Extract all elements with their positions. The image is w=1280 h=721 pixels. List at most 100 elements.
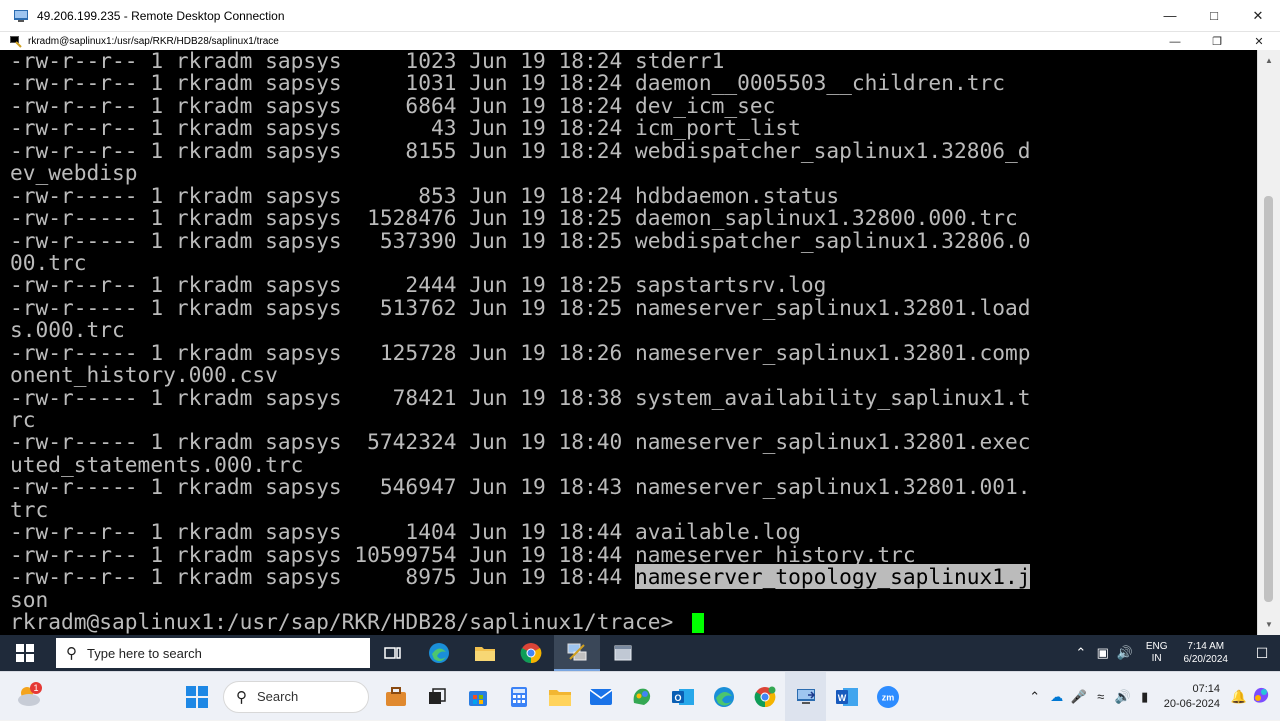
- remote-time: 7:14 AM: [1187, 641, 1225, 652]
- putty-close-button[interactable]: ✕: [1238, 32, 1280, 51]
- palette-icon: [633, 688, 650, 705]
- network-icon[interactable]: ▣: [1092, 645, 1114, 661]
- chrome-icon: [520, 643, 542, 664]
- terminal-line: -rw-r--r-- 1 rkradm sapsys 8155 Jun 19 1…: [10, 137, 1031, 163]
- edge-icon: [429, 643, 449, 663]
- local-taskbar: 1 ⚲ Search O W zm ⌃ ☁ 🎤 ≈ 🔊 ▮ 07:14 20-0…: [0, 671, 1280, 721]
- remote-desktop-icon: [796, 688, 815, 704]
- terminal-line: -rw-r--r-- 1 rkradm sapsys 1404 Jun 19 1…: [10, 519, 801, 545]
- terminal-line: -rw-r----- 1 rkradm sapsys 546947 Jun 19…: [10, 474, 1031, 500]
- weather-cloud-icon: 1: [18, 682, 42, 706]
- region-code: IN: [1151, 653, 1162, 664]
- terminal-line: uted_statements.000.trc: [10, 451, 304, 477]
- remote-date: 6/20/2024: [1183, 654, 1229, 665]
- terminal-line: -rw-r--r-- 1 rkradm sapsys 1031 Jun 19 1…: [10, 70, 1005, 96]
- local-date: 20-06-2024: [1163, 697, 1220, 710]
- chrome-local-button[interactable]: [744, 672, 785, 721]
- battery-icon[interactable]: ▮: [1134, 689, 1156, 705]
- remote-search-placeholder: Type here to search: [87, 645, 202, 661]
- task-view-local-button[interactable]: [416, 672, 457, 721]
- terminal-scrollbar[interactable]: ▲ ▼: [1257, 50, 1280, 635]
- file-explorer-taskbar-button[interactable]: [462, 635, 508, 671]
- terminal-line: -rw-r----- 1 rkradm sapsys 125728 Jun 19…: [10, 339, 1031, 365]
- remote-clock[interactable]: 7:14 AM 6/20/2024: [1184, 640, 1229, 666]
- copilot-icon[interactable]: [1250, 685, 1272, 708]
- chrome-icon: [754, 686, 775, 707]
- local-start-button[interactable]: [176, 672, 217, 721]
- zoom-app-button[interactable]: zm: [867, 672, 908, 721]
- terminal-line: rc: [10, 407, 36, 432]
- putty-icon: [10, 35, 22, 48]
- volume-icon[interactable]: 🔊: [1112, 689, 1134, 705]
- chevron-up-icon[interactable]: ⌃: [1070, 645, 1092, 661]
- search-icon: ⚲: [66, 645, 77, 662]
- language-indicator[interactable]: ENG IN: [1146, 641, 1168, 665]
- remote-desktop-local-button[interactable]: [785, 672, 826, 721]
- briefcase-app-button[interactable]: [375, 672, 416, 721]
- terminal-line: -rw-r--r-- 1 rkradm sapsys 2444 Jun 19 1…: [10, 272, 827, 298]
- weather-widget[interactable]: 1: [14, 680, 46, 712]
- calculator-app-button[interactable]: [498, 672, 539, 721]
- terminal-output[interactable]: -rw-r--r-- 1 rkradm sapsys 1023 Jun 19 1…: [0, 50, 1257, 635]
- store-app-button[interactable]: [457, 672, 498, 721]
- copilot-logo-icon: [1253, 687, 1269, 703]
- file-explorer-local-button[interactable]: [539, 672, 580, 721]
- folder-icon: [475, 647, 495, 661]
- local-search-label: Search: [257, 689, 299, 704]
- terminal-line: -rw-r----- 1 rkradm sapsys 78421 Jun 19 …: [10, 384, 1031, 410]
- terminal-line: -rw-r----- 1 rkradm sapsys 5742324 Jun 1…: [10, 429, 1031, 455]
- shell-prompt-line[interactable]: rkradm@saplinux1:/usr/sap/RKR/HDB28/sapl…: [10, 610, 1257, 633]
- microphone-icon[interactable]: 🎤: [1068, 689, 1090, 705]
- edge-local-button[interactable]: [703, 672, 744, 721]
- volume-icon[interactable]: 🔊: [1114, 645, 1136, 661]
- terminal-line: -rw-r----- 1 rkradm sapsys 537390 Jun 19…: [10, 227, 1031, 253]
- remote-start-button[interactable]: [0, 635, 50, 671]
- terminal-line: trc: [10, 496, 49, 522]
- chevron-up-icon[interactable]: ⌃: [1024, 689, 1046, 705]
- remote-desktop-icon: [14, 9, 28, 22]
- word-app-button[interactable]: W: [826, 672, 867, 721]
- onedrive-cloud-icon[interactable]: ☁: [1046, 689, 1068, 705]
- rdc-window-title: 49.206.199.235 - Remote Desktop Connecti…: [37, 8, 285, 23]
- scroll-up-arrow-icon[interactable]: ▲: [1258, 52, 1280, 69]
- maximize-button[interactable]: □: [1192, 0, 1236, 31]
- remote-system-tray: ⌃ ▣ 🔊 ENG IN 7:14 AM 6/20/2024 ☐: [1070, 635, 1280, 671]
- notification-bell-icon[interactable]: 🔔: [1228, 689, 1250, 705]
- remote-taskbar: ⚲ Type here to search ⌃ ▣ 🔊 ENG IN 7:14 …: [0, 635, 1280, 671]
- mail-app-button[interactable]: [580, 672, 621, 721]
- outlook-app-button[interactable]: O: [662, 672, 703, 721]
- local-time: 07:14: [1192, 682, 1220, 695]
- putty-minimize-button[interactable]: —: [1154, 32, 1196, 51]
- terminal-line: -rw-r----- 1 rkradm sapsys 1528476 Jun 1…: [10, 205, 1018, 231]
- putty-titlebar: rkradm@saplinux1:/usr/sap/RKR/HDB28/sapl…: [0, 31, 1280, 50]
- app-taskbar-button[interactable]: [600, 635, 646, 671]
- calculator-icon: [510, 686, 527, 707]
- outlook-icon: O: [671, 688, 694, 705]
- chrome-taskbar-button[interactable]: [508, 635, 554, 671]
- close-button[interactable]: ✕: [1236, 0, 1280, 31]
- svg-text:zm: zm: [881, 692, 894, 702]
- local-system-tray: ⌃ ☁ 🎤 ≈ 🔊 ▮ 07:14 20-06-2024 🔔: [1024, 672, 1280, 721]
- color-app-button[interactable]: [621, 672, 662, 721]
- task-view-button[interactable]: [370, 635, 416, 671]
- network-tool-taskbar-button[interactable]: [554, 635, 600, 671]
- remote-search-box[interactable]: ⚲ Type here to search: [56, 638, 370, 668]
- rdc-titlebar: 49.206.199.235 - Remote Desktop Connecti…: [0, 0, 1280, 31]
- local-taskbar-apps: ⚲ Search O W zm: [176, 672, 908, 721]
- svg-text:W: W: [837, 693, 846, 703]
- local-search-box[interactable]: ⚲ Search: [223, 680, 369, 713]
- terminal-line: -rw-r--r-- 1 rkradm sapsys 10599754 Jun …: [10, 541, 916, 567]
- minimize-button[interactable]: —: [1148, 0, 1192, 31]
- selected-text[interactable]: nameserver_topology_saplinux1.j: [635, 564, 1031, 590]
- word-icon: W: [835, 687, 858, 706]
- terminal-line: -rw-r--r-- 1 rkradm sapsys 43 Jun 19 18:…: [10, 115, 801, 141]
- putty-restore-button[interactable]: ❐: [1196, 32, 1238, 51]
- windows11-logo-icon: [185, 685, 208, 708]
- scroll-down-arrow-icon[interactable]: ▼: [1258, 616, 1280, 633]
- local-clock[interactable]: 07:14 20-06-2024: [1164, 682, 1220, 712]
- edge-taskbar-button[interactable]: [416, 635, 462, 671]
- scrollbar-thumb[interactable]: [1264, 196, 1273, 602]
- terminal-line-prefix: -rw-r--r-- 1 rkradm sapsys 8975 Jun 19 1…: [10, 564, 636, 590]
- wifi-icon[interactable]: ≈: [1090, 689, 1112, 704]
- notification-icon[interactable]: ☐: [1244, 645, 1280, 662]
